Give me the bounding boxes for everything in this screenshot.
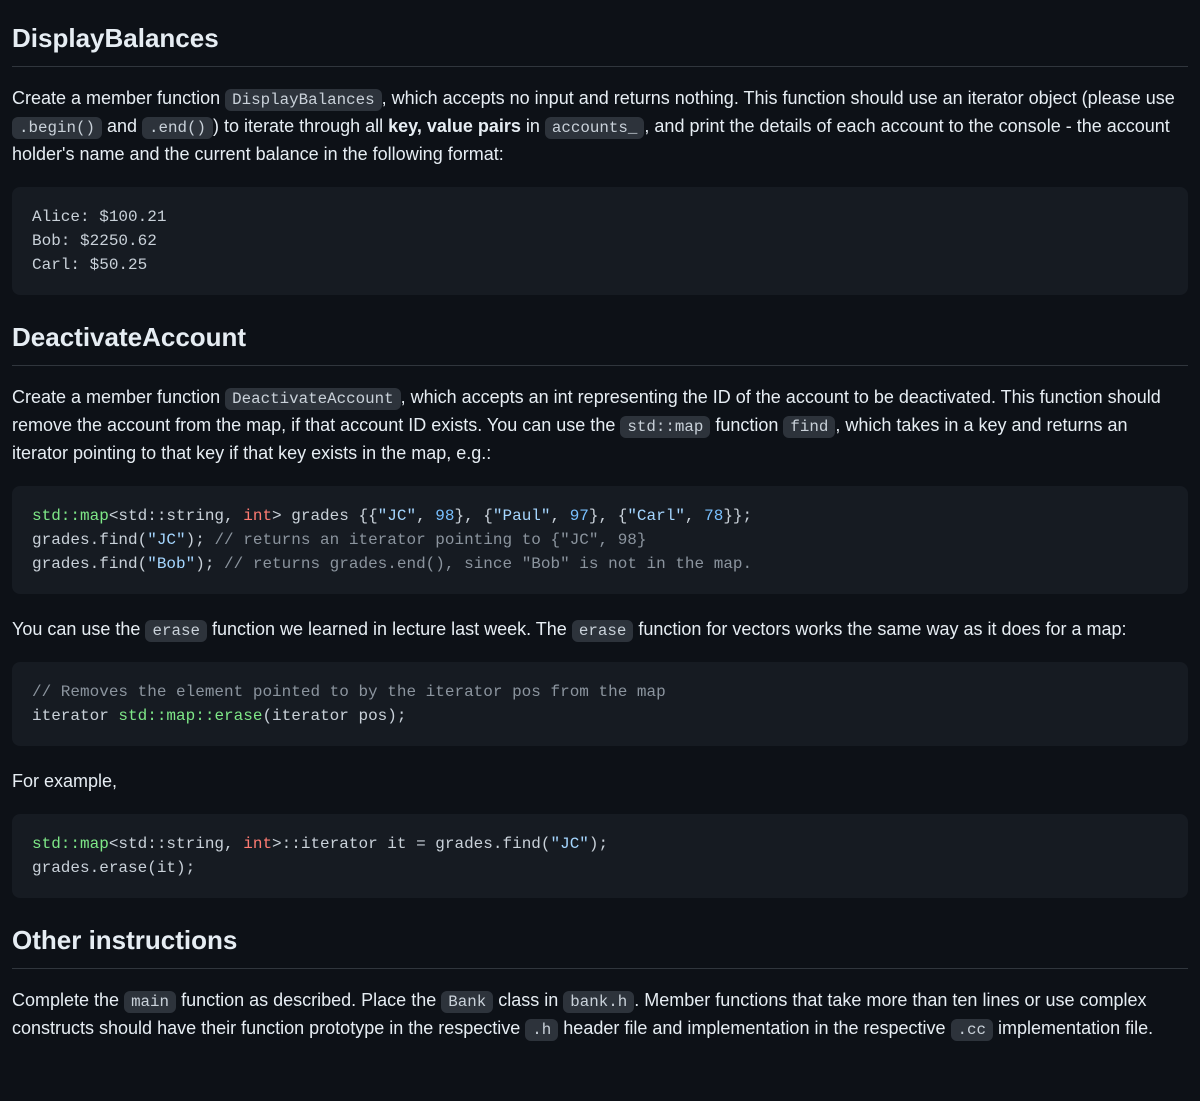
- text: implementation file.: [993, 1018, 1153, 1038]
- tok: }, {: [589, 507, 627, 525]
- code-inline: bank.h: [563, 991, 634, 1013]
- bold-text: key, value pairs: [388, 116, 521, 136]
- text: class in: [493, 990, 563, 1010]
- text: function: [710, 415, 783, 435]
- tok: "Paul": [493, 507, 551, 525]
- tok: (iterator pos);: [262, 707, 406, 725]
- text: in: [521, 116, 545, 136]
- tok: 98: [435, 507, 454, 525]
- displaybalances-description: Create a member function DisplayBalances…: [12, 85, 1188, 169]
- section-heading-displaybalances: DisplayBalances: [12, 18, 1188, 67]
- text: Complete the: [12, 990, 124, 1010]
- section-heading-deactivateaccount: DeactivateAccount: [12, 317, 1188, 366]
- tok: );: [195, 555, 224, 573]
- text: function we learned in lecture last week…: [207, 619, 572, 639]
- code-inline: DisplayBalances: [225, 89, 381, 111]
- code-inline: .h: [525, 1019, 558, 1041]
- tok: }, {: [454, 507, 492, 525]
- tok: ,: [416, 507, 435, 525]
- tok: 78: [704, 507, 723, 525]
- code-inline: find: [783, 416, 835, 438]
- code-inline: Bank: [441, 991, 493, 1013]
- tok: ,: [685, 507, 704, 525]
- code-inline: main: [124, 991, 176, 1013]
- code-block-erase-example: std::map<std::string, int>::iterator it …: [12, 814, 1188, 898]
- tok: <std::string,: [109, 835, 243, 853]
- code-block-output-example: Alice: $100.21 Bob: $2250.62 Carl: $50.2…: [12, 187, 1188, 295]
- tok: "JC": [378, 507, 416, 525]
- tok: "Carl": [627, 507, 685, 525]
- code-inline: .cc: [951, 1019, 994, 1041]
- tok: ,: [551, 507, 570, 525]
- code-inline: DeactivateAccount: [225, 388, 400, 410]
- tok: );: [186, 531, 215, 549]
- tok: int: [243, 507, 272, 525]
- tok: std::map: [32, 507, 109, 525]
- tok: int: [243, 835, 272, 853]
- tok: grades.find(: [32, 555, 147, 573]
- code-inline: accounts_: [545, 117, 645, 139]
- tok: // Removes the element pointed to by the…: [32, 683, 666, 701]
- deactivateaccount-description: Create a member function DeactivateAccou…: [12, 384, 1188, 468]
- text: function for vectors works the same way …: [633, 619, 1126, 639]
- tok: "Bob": [147, 555, 195, 573]
- erase-intro: You can use the erase function we learne…: [12, 616, 1188, 644]
- code-inline: std::map: [620, 416, 710, 438]
- text: Create a member function: [12, 387, 225, 407]
- code-inline: .end(): [142, 117, 213, 139]
- tok: // returns an iterator pointing to {"JC"…: [214, 531, 646, 549]
- section-heading-other-instructions: Other instructions: [12, 920, 1188, 969]
- tok: std::map: [32, 835, 109, 853]
- code-block-erase-signature: // Removes the element pointed to by the…: [12, 662, 1188, 746]
- tok: > grades {{: [272, 507, 378, 525]
- tok: 97: [570, 507, 589, 525]
- tok: grades.erase(it);: [32, 859, 195, 877]
- text: You can use the: [12, 619, 145, 639]
- text: function as described. Place the: [176, 990, 441, 1010]
- code-inline: erase: [145, 620, 207, 642]
- tok: grades.find(: [32, 531, 147, 549]
- text: Create a member function: [12, 88, 225, 108]
- tok: }};: [723, 507, 752, 525]
- tok: <std::string,: [109, 507, 243, 525]
- tok: std::map::erase: [118, 707, 262, 725]
- code-inline: erase: [572, 620, 634, 642]
- text: and: [102, 116, 142, 136]
- tok: );: [589, 835, 608, 853]
- other-instructions-description: Complete the main function as described.…: [12, 987, 1188, 1043]
- tok: >::iterator it = grades.find(: [272, 835, 550, 853]
- code-inline: .begin(): [12, 117, 102, 139]
- tok: iterator: [32, 707, 118, 725]
- text: ) to iterate through all: [213, 116, 388, 136]
- tok: "JC": [551, 835, 589, 853]
- text: header file and implementation in the re…: [558, 1018, 950, 1038]
- for-example-text: For example,: [12, 768, 1188, 796]
- tok: "JC": [147, 531, 185, 549]
- code-block-find-example: std::map<std::string, int> grades {{"JC"…: [12, 486, 1188, 594]
- tok: // returns grades.end(), since "Bob" is …: [224, 555, 752, 573]
- text: , which accepts no input and returns not…: [382, 88, 1175, 108]
